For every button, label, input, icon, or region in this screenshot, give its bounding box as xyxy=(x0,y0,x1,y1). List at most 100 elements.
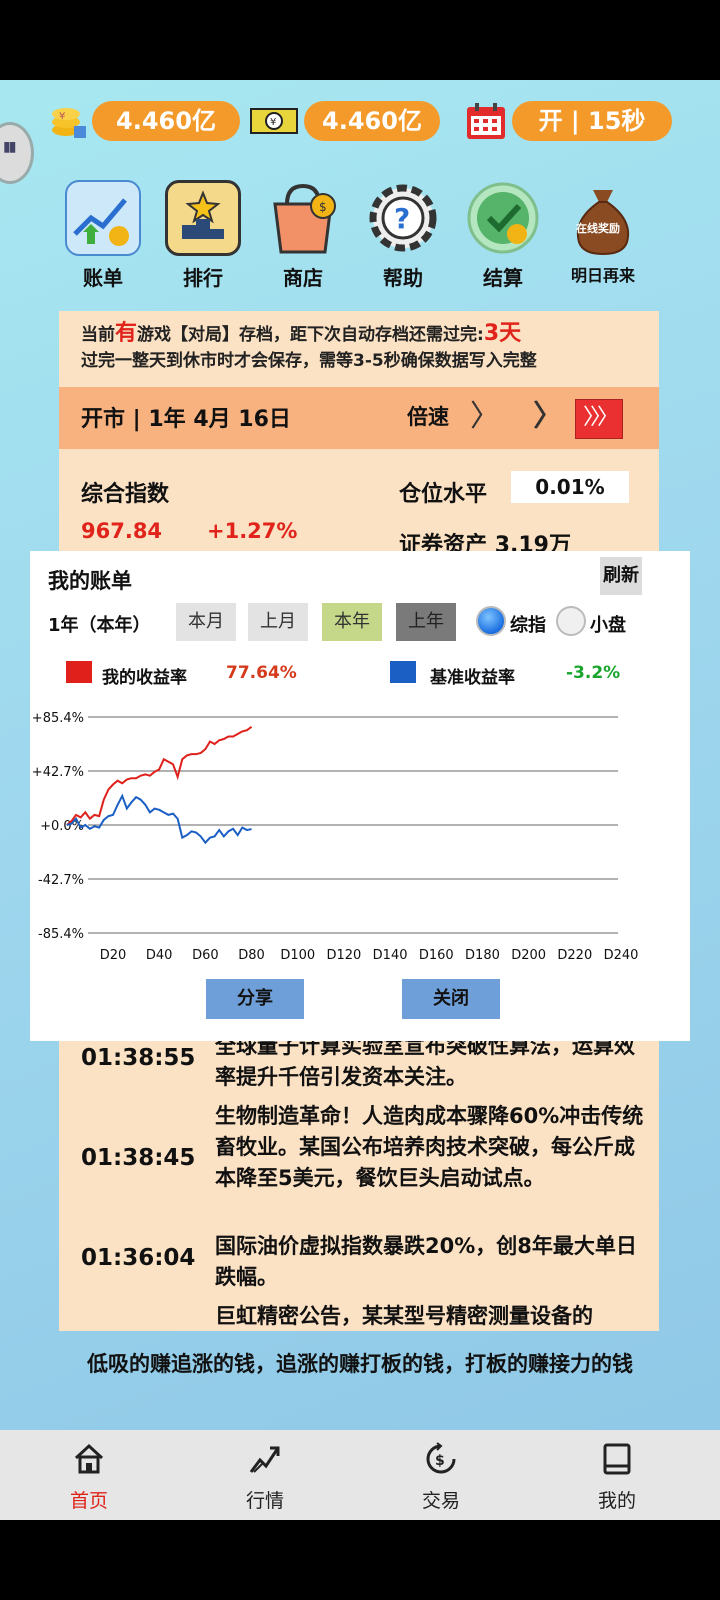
svg-text:$: $ xyxy=(435,1453,445,1469)
news-text: 巨虹精密公告，某某型号精密测量设备的 xyxy=(215,1304,593,1328)
dialog-title: 我的账单 xyxy=(48,569,132,593)
legend-bench-value: -3.2% xyxy=(566,663,621,683)
date-bar: 开市 | 1年 4月 16日 倍速 〉 〉〉 〉〉〉 xyxy=(59,387,659,449)
svg-text:¥: ¥ xyxy=(59,111,65,122)
news-time: 01:38:55 xyxy=(81,1045,196,1071)
menu-label-help: 帮助 xyxy=(383,266,423,290)
banknote-icon: ¥ xyxy=(250,106,298,136)
notice-mid: 游戏【对局】存档，距下次自动存档还需过完: xyxy=(137,325,484,345)
assets-stat: 4.460亿 xyxy=(304,101,440,141)
slogan: 低吸的赚追涨的钱，追涨的赚打板的钱，打板的赚接力的钱 xyxy=(87,1352,633,1376)
news-time: 01:38:45 xyxy=(81,1145,196,1171)
coins-icon: ¥ xyxy=(48,100,88,140)
news-text: 生物制造革命！人造肉成本骤降60%冲击传统畜牧业。某国公布培养肉技术突破，每公斤… xyxy=(215,1104,644,1190)
period-last-year-button[interactable]: 上年 xyxy=(396,603,456,641)
x-tick-label: D20 xyxy=(100,948,127,963)
menu-label-bill: 账单 xyxy=(83,266,123,290)
legend-mine-swatch xyxy=(66,661,92,683)
x-tick-label: D100 xyxy=(280,948,315,963)
ranking-icon xyxy=(165,180,241,256)
y-tick-label: -85.4% xyxy=(38,927,84,942)
close-button[interactable]: 关闭 xyxy=(402,979,500,1019)
bill-icon xyxy=(65,180,141,256)
reward-bag-icon: 在线奖励 xyxy=(565,180,641,256)
period-this-month-button[interactable]: 本月 xyxy=(176,603,236,641)
period-this-year-button[interactable]: 本年 xyxy=(322,603,382,641)
radio-composite-index[interactable] xyxy=(476,606,506,636)
menu-label-settle: 结算 xyxy=(483,266,523,290)
nav-mine[interactable]: 我的 xyxy=(572,1442,662,1513)
bottom-nav: 首页 行情 $ 交易 我的 xyxy=(0,1430,720,1520)
app-screen: ¥ 4.460亿 ¥ 4.460亿 开 | 15秒 账单 排行 $ 商店 ? 帮… xyxy=(0,80,720,1520)
menu-shop[interactable]: $ 商店 xyxy=(258,180,348,291)
share-button[interactable]: 分享 xyxy=(206,979,304,1019)
nav-trade-label: 交易 xyxy=(421,1490,460,1512)
news-text: 国际油价虚拟指数暴跌20%，创8年最大单日跌幅。 xyxy=(215,1234,637,1289)
period-last-month-button[interactable]: 上月 xyxy=(248,603,308,641)
x-tick-label: D200 xyxy=(511,948,546,963)
trend-icon xyxy=(249,1446,280,1473)
menu-settle[interactable]: 结算 xyxy=(458,180,548,291)
index-value: 967.84 xyxy=(81,519,163,543)
market-date: 开市 | 1年 4月 16日 xyxy=(81,407,291,432)
x-tick-label: D220 xyxy=(557,948,592,963)
radio-composite-label: 综指 xyxy=(510,615,546,636)
cash-stat: 4.460亿 xyxy=(92,101,240,141)
notice-days: 3天 xyxy=(483,321,522,346)
nav-home[interactable]: 首页 xyxy=(44,1442,134,1513)
shop-icon: $ xyxy=(265,180,341,256)
x-tick-label: D180 xyxy=(465,948,500,963)
account-bill-dialog: 我的账单 刷新 1年（本年） 本月 上月 本年 上年 综指 小盘 我的收益率 7… xyxy=(30,551,690,1041)
legend-mine-label: 我的收益率 xyxy=(102,668,187,688)
y-tick-label: +85.4% xyxy=(32,711,84,726)
y-tick-label: +42.7% xyxy=(32,765,84,780)
notice-highlight: 有 xyxy=(115,321,138,346)
notice-prefix: 当前 xyxy=(81,325,115,345)
svg-text:$: $ xyxy=(319,200,327,214)
news-time: 01:36:04 xyxy=(81,1245,196,1271)
menu-label-daily-reward: 明日再来 xyxy=(570,266,635,285)
x-tick-label: D80 xyxy=(238,948,265,963)
y-tick-label: -42.7% xyxy=(38,873,84,888)
settle-icon xyxy=(465,180,541,256)
nav-market-label: 行情 xyxy=(245,1490,284,1512)
x-tick-label: D140 xyxy=(373,948,408,963)
menu-daily-reward[interactable]: 在线奖励 明日再来 xyxy=(558,180,648,286)
reward-badge-text: 在线奖励 xyxy=(576,221,620,235)
speed-label: 倍速 xyxy=(407,405,449,429)
home-icon xyxy=(74,1443,104,1474)
help-icon: ? xyxy=(365,180,441,256)
speed-2x-button[interactable]: 〉〉 xyxy=(511,399,571,439)
nav-trade[interactable]: $ 交易 xyxy=(396,1442,486,1513)
menu-help[interactable]: ? 帮助 xyxy=(358,180,448,291)
index-title: 综合指数 xyxy=(81,482,170,507)
calendar-icon xyxy=(466,102,506,140)
menu-label-ranking: 排行 xyxy=(183,266,223,290)
legend-mine-value: 77.64% xyxy=(226,663,297,683)
menu-ranking[interactable]: 排行 xyxy=(158,180,248,291)
news-item[interactable]: 巨虹精密公告，某某型号精密测量设备的 xyxy=(81,1301,641,1331)
position-label: 仓位水平 xyxy=(399,482,488,507)
nav-home-label: 首页 xyxy=(69,1490,108,1512)
radio-small-cap[interactable] xyxy=(556,606,586,636)
x-tick-label: D240 xyxy=(604,948,639,963)
svg-text:¥: ¥ xyxy=(270,117,276,128)
position-value: 0.01% xyxy=(511,471,629,503)
refresh-button[interactable]: 刷新 xyxy=(600,557,642,595)
menu-label-shop: 商店 xyxy=(283,266,323,290)
index-change: +1.27% xyxy=(207,519,298,543)
menu-bill[interactable]: 账单 xyxy=(58,180,148,291)
speed-1x-button[interactable]: 〉 xyxy=(461,399,509,439)
legend-bench-label: 基准收益率 xyxy=(430,668,515,688)
x-tick-label: D120 xyxy=(326,948,361,963)
series-line-benchmark xyxy=(66,793,252,845)
book-icon xyxy=(603,1443,631,1475)
market-status-stat: 开 | 15秒 xyxy=(512,101,672,141)
float-menu-handle[interactable] xyxy=(0,122,34,184)
x-tick-label: D60 xyxy=(192,948,219,963)
trade-icon: $ xyxy=(426,1442,456,1474)
speed-3x-button[interactable]: 〉〉〉 xyxy=(575,399,623,439)
nav-market[interactable]: 行情 xyxy=(220,1442,310,1513)
nav-mine-label: 我的 xyxy=(597,1490,636,1512)
radio-small-cap-label: 小盘 xyxy=(590,615,626,636)
